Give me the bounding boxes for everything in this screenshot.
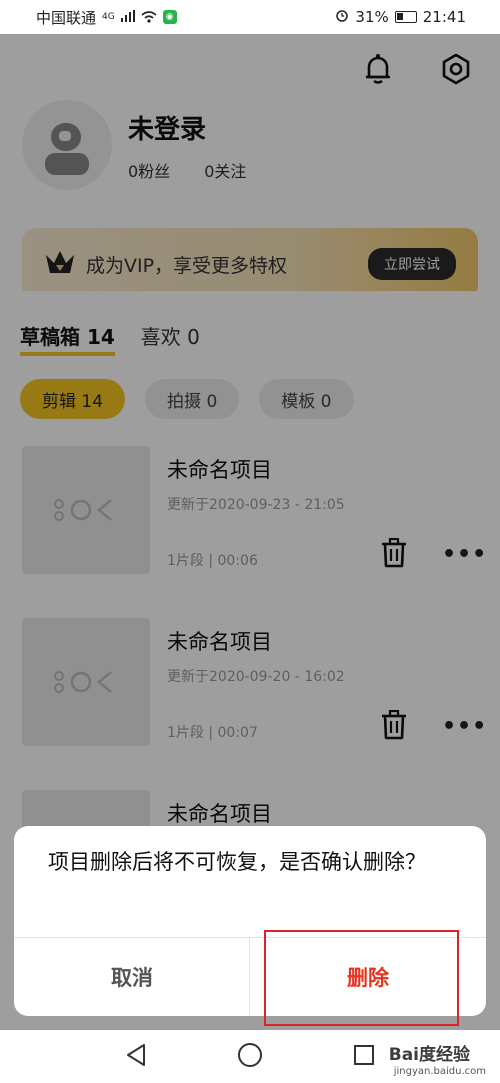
clock: 21:41 [422, 8, 466, 26]
recents-nav-icon[interactable] [353, 1044, 375, 1070]
delete-confirm-dialog: 项目删除后将不可恢复，是否确认删除？ 取消 删除 [14, 826, 486, 1016]
dialog-message: 项目删除后将不可恢复，是否确认删除？ [48, 850, 426, 874]
delete-button[interactable]: 删除 [250, 937, 486, 1016]
alarm-icon [335, 8, 349, 26]
battery-icon [394, 11, 417, 23]
watermark-url: jingyan.baidu.com [393, 1066, 486, 1077]
home-nav-icon[interactable] [237, 1042, 263, 1072]
back-nav-icon[interactable] [125, 1043, 147, 1071]
cancel-button[interactable]: 取消 [14, 937, 250, 1016]
watermark-logo: Bai度经验 [388, 1045, 470, 1065]
signal-icon [120, 8, 135, 26]
status-bar: 中国联通 4G ◉ 31% 21:41 [0, 0, 500, 34]
wifi-icon [141, 11, 157, 23]
network-type: 4G [102, 12, 115, 22]
app-notification-icon: ◉ [162, 10, 177, 24]
battery-percent: 31% [355, 8, 389, 26]
carrier-label: 中国联通 [36, 8, 97, 27]
